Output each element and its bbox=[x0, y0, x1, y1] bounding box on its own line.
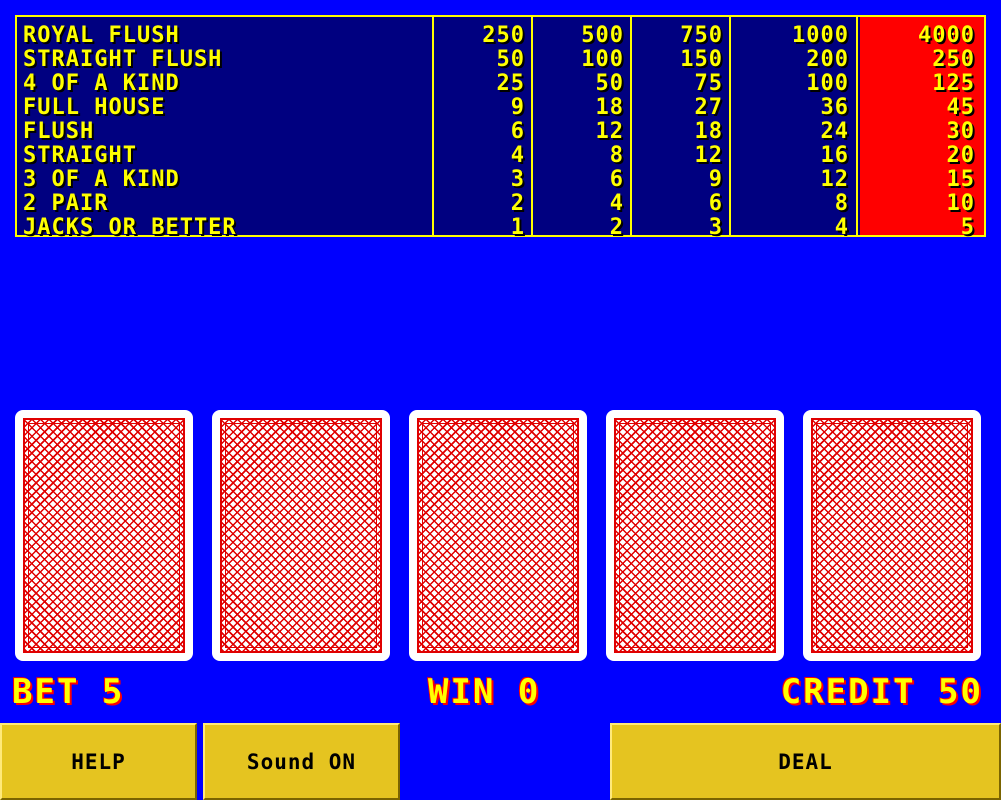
credit-display: CREDIT 50 bbox=[780, 672, 983, 712]
paytable-payout-bet-2: 18 bbox=[595, 95, 624, 120]
paytable-payout-bet-1: 3 bbox=[510, 167, 525, 192]
paytable-payout-bet-1: 2 bbox=[510, 191, 525, 216]
paytable-hand-name: STRAIGHT bbox=[23, 143, 137, 168]
paytable-hand-name: 2 PAIR bbox=[23, 191, 109, 216]
paytable-payout-bet-4: 1000 bbox=[792, 23, 849, 48]
card-back bbox=[220, 418, 382, 653]
paytable-hand-name: JACKS OR BETTER bbox=[23, 215, 237, 240]
paytable-payout-bet-1: 6 bbox=[510, 119, 525, 144]
paytable-hand-name: FULL HOUSE bbox=[23, 95, 166, 120]
paytable-hand-name: 4 OF A KIND bbox=[23, 71, 180, 96]
card-back bbox=[23, 418, 185, 653]
paytable-payout-bet-1: 1 bbox=[510, 215, 525, 240]
paytable-payout-bet-2: 8 bbox=[609, 143, 624, 168]
paytable-payout-bet-4: 4 bbox=[834, 215, 849, 240]
paytable-payout-bet-5: 45 bbox=[946, 95, 975, 120]
paytable-payout-bet-1: 25 bbox=[496, 71, 525, 96]
paytable-payout-bet-3: 75 bbox=[694, 71, 723, 96]
paytable-hand-name: STRAIGHT FLUSH bbox=[23, 47, 223, 72]
paytable-payout-bet-3: 12 bbox=[694, 143, 723, 168]
deal-button[interactable]: DEAL bbox=[610, 723, 1001, 800]
card-5[interactable] bbox=[803, 410, 981, 661]
paytable-payout-bet-2: 6 bbox=[609, 167, 624, 192]
paytable-payout-bet-1: 4 bbox=[510, 143, 525, 168]
paytable-payout-bet-2: 2 bbox=[609, 215, 624, 240]
paytable-payout-bet-3: 6 bbox=[708, 191, 723, 216]
card-back bbox=[614, 418, 776, 653]
paytable-payout-bet-3: 750 bbox=[680, 23, 723, 48]
paytable-hand-name: ROYAL FLUSH bbox=[23, 23, 180, 48]
paytable-payout-bet-5: 125 bbox=[932, 71, 975, 96]
paytable-payout-bet-1: 250 bbox=[482, 23, 525, 48]
paytable-payout-bet-4: 16 bbox=[820, 143, 849, 168]
paytable-payout-bet-2: 4 bbox=[609, 191, 624, 216]
sound-toggle-button[interactable]: Sound ON bbox=[203, 723, 400, 800]
card-3[interactable] bbox=[409, 410, 587, 661]
paytable-payout-bet-5: 4000 bbox=[918, 23, 975, 48]
paytable-payout-bet-3: 9 bbox=[708, 167, 723, 192]
bet-display: BET 5 bbox=[12, 672, 125, 712]
paytable-payout-bet-5: 30 bbox=[946, 119, 975, 144]
win-display: WIN 0 bbox=[428, 672, 541, 712]
paytable-payout-bet-5: 15 bbox=[946, 167, 975, 192]
card-2[interactable] bbox=[212, 410, 390, 661]
paytable-payout-bet-2: 50 bbox=[595, 71, 624, 96]
card-back bbox=[417, 418, 579, 653]
card-1[interactable] bbox=[15, 410, 193, 661]
paytable-payout-bet-3: 27 bbox=[694, 95, 723, 120]
paytable-hand-name: FLUSH bbox=[23, 119, 95, 144]
paytable-payout-bet-5: 250 bbox=[932, 47, 975, 72]
paytable-payout-bet-4: 200 bbox=[806, 47, 849, 72]
card-back bbox=[811, 418, 973, 653]
paytable-payout-bet-2: 500 bbox=[581, 23, 624, 48]
paytable-payout-bet-3: 18 bbox=[694, 119, 723, 144]
help-button[interactable]: HELP bbox=[0, 723, 197, 800]
paytable-payout-bet-4: 100 bbox=[806, 71, 849, 96]
paytable-hand-name: 3 OF A KIND bbox=[23, 167, 180, 192]
paytable: ROYAL FLUSH 250 500 750 1000 4000 STRAIGHT FLU… bbox=[15, 15, 986, 240]
paytable-payout-bet-3: 3 bbox=[708, 215, 723, 240]
paytable-payout-bet-1: 50 bbox=[496, 47, 525, 72]
paytable-payout-bet-3: 150 bbox=[680, 47, 723, 72]
paytable-payout-bet-4: 24 bbox=[820, 119, 849, 144]
paytable-payout-bet-4: 8 bbox=[834, 191, 849, 216]
card-4[interactable] bbox=[606, 410, 784, 661]
paytable-payout-bet-5: 20 bbox=[946, 143, 975, 168]
paytable-payout-bet-1: 9 bbox=[510, 95, 525, 120]
paytable-payout-bet-4: 36 bbox=[820, 95, 849, 120]
paytable-payout-bet-2: 100 bbox=[581, 47, 624, 72]
paytable-payout-bet-4: 12 bbox=[820, 167, 849, 192]
paytable-payout-bet-5: 10 bbox=[946, 191, 975, 216]
paytable-payout-bet-5: 5 bbox=[960, 215, 975, 240]
paytable-payout-bet-2: 12 bbox=[595, 119, 624, 144]
